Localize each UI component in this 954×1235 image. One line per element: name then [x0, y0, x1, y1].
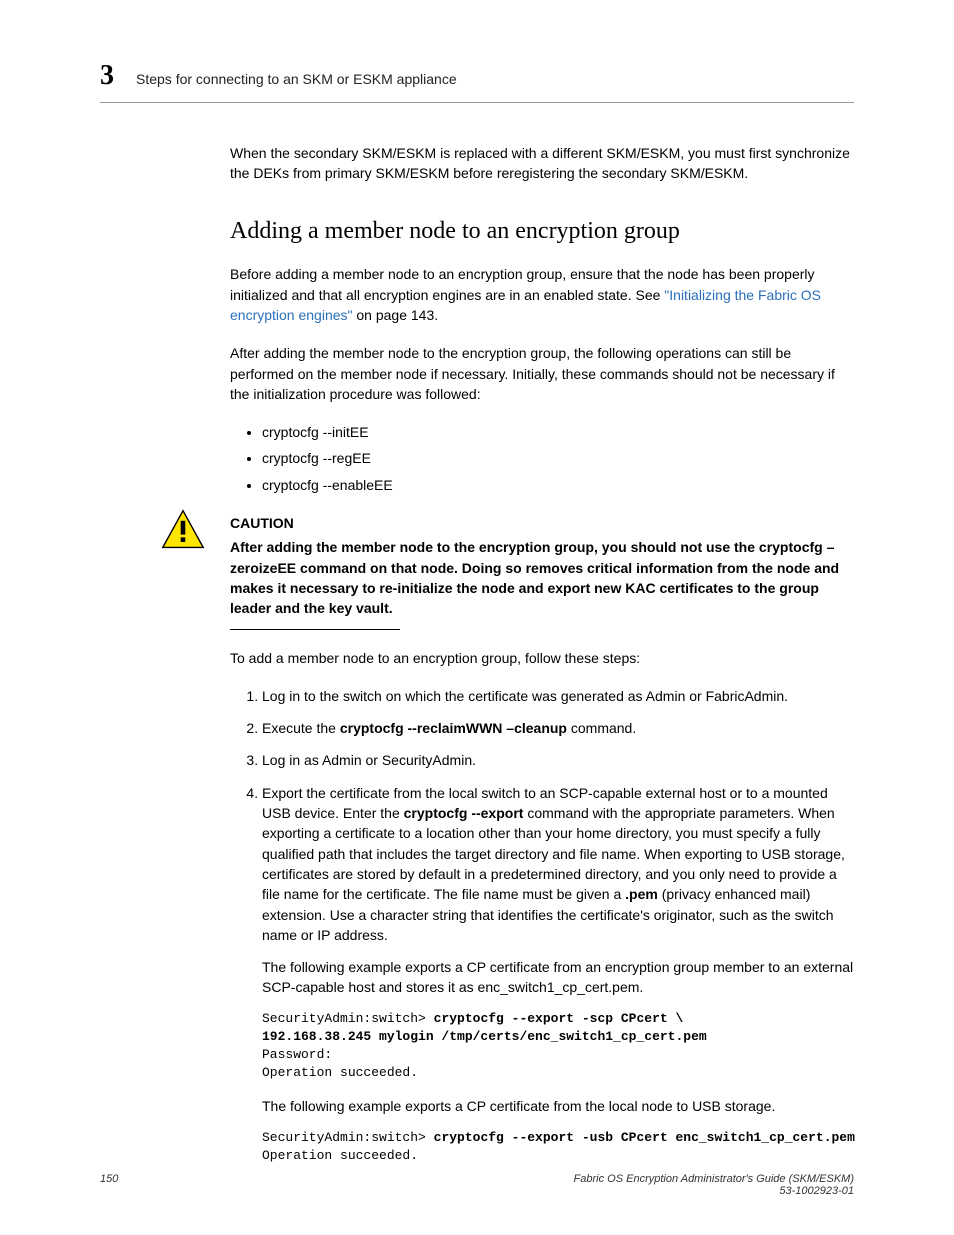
intro-paragraph: When the secondary SKM/ESKM is replaced … — [230, 143, 854, 184]
page-number: 150 — [100, 1173, 118, 1185]
list-item: cryptocfg --regEE — [262, 448, 854, 468]
prompt: SecurityAdmin:switch> — [262, 1130, 434, 1145]
header-rule — [100, 102, 854, 103]
paragraph-1b: on page 143. — [353, 307, 439, 323]
page-footer: 150 Fabric OS Encryption Administrator's… — [100, 1173, 854, 1197]
example-intro: The following example exports a CP certi… — [262, 1096, 854, 1116]
code-output: Operation succeeded. — [262, 1148, 418, 1163]
code-block: SecurityAdmin:switch> cryptocfg --export… — [262, 1010, 854, 1083]
caution-rule — [230, 629, 400, 630]
code-command: cryptocfg --export -usb CPcert enc_switc… — [434, 1130, 855, 1145]
step-item: Log in to the switch on which the certif… — [262, 686, 854, 706]
caution-block: CAUTION After adding the member node to … — [170, 513, 854, 629]
paragraph-2: After adding the member node to the encr… — [230, 343, 854, 404]
example-intro: The following example exports a CP certi… — [262, 957, 854, 998]
header-title: Steps for connecting to an SKM or ESKM a… — [136, 71, 457, 87]
extension-text: .pem — [625, 886, 658, 902]
step-item: Execute the cryptocfg --reclaimWWN –clea… — [262, 718, 854, 738]
code-block: SecurityAdmin:switch> cryptocfg --export… — [262, 1129, 854, 1165]
caution-icon — [160, 507, 206, 553]
list-item: cryptocfg --enableEE — [262, 475, 854, 495]
chapter-number: 3 — [100, 60, 114, 92]
step-item: Export the certificate from the local sw… — [262, 783, 854, 1165]
steps-intro: To add a member node to an encryption gr… — [230, 648, 854, 668]
doc-title: Fabric OS Encryption Administrator's Gui… — [574, 1173, 854, 1185]
page-header: 3 Steps for connecting to an SKM or ESKM… — [100, 60, 854, 92]
command-text: cryptocfg --export — [404, 805, 524, 821]
list-item: cryptocfg --initEE — [262, 422, 854, 442]
paragraph-1: Before adding a member node to an encryp… — [230, 264, 854, 325]
step-text: Execute the cryptocfg --reclaimWWN –clea… — [262, 718, 854, 738]
caution-body: After adding the member node to the encr… — [230, 537, 854, 618]
prompt: SecurityAdmin:switch> — [262, 1011, 434, 1026]
main-content: When the secondary SKM/ESKM is replaced … — [230, 143, 854, 1165]
command-list: cryptocfg --initEE cryptocfg --regEE cry… — [230, 422, 854, 495]
code-output: Password: Operation succeeded. — [262, 1047, 418, 1080]
section-heading: Adding a member node to an encryption gr… — [230, 214, 854, 249]
doc-number: 53-1002923-01 — [779, 1185, 854, 1197]
command-text: cryptocfg --reclaimWWN –cleanup — [340, 720, 567, 736]
steps-list: Log in to the switch on which the certif… — [230, 686, 854, 1165]
step-item: Log in as Admin or SecurityAdmin. — [262, 750, 854, 770]
caution-label: CAUTION — [230, 513, 854, 533]
step-text: Log in as Admin or SecurityAdmin. — [262, 750, 854, 770]
step-text: Log in to the switch on which the certif… — [262, 686, 854, 706]
doc-info: Fabric OS Encryption Administrator's Gui… — [574, 1173, 854, 1197]
step-text: Export the certificate from the local sw… — [262, 783, 854, 945]
